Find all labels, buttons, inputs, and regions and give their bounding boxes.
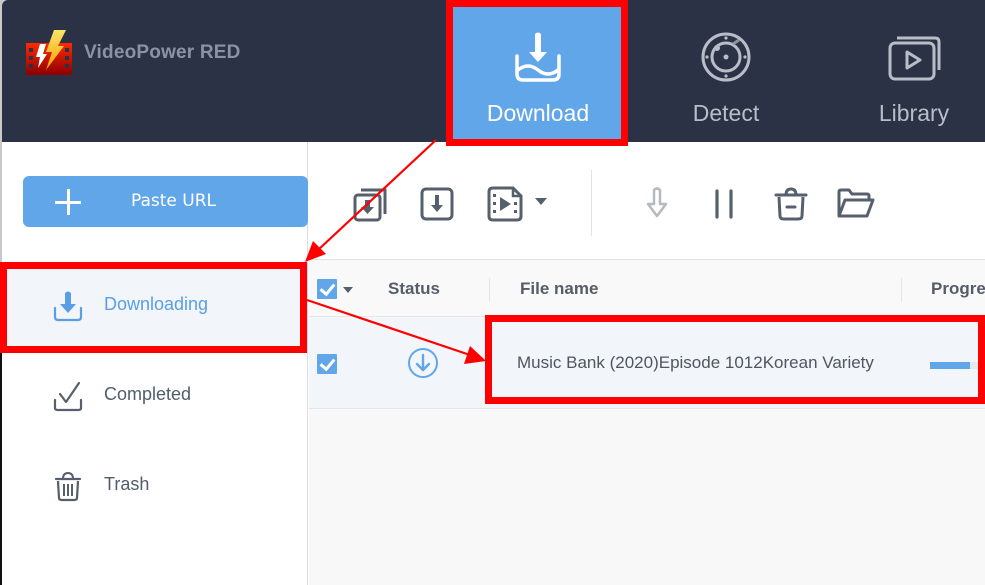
- sidebar-item-completed[interactable]: Completed: [2, 356, 307, 436]
- download-icon: [53, 291, 83, 322]
- tab-download-label: Download: [486, 100, 590, 126]
- app-title: VideoPower RED: [84, 42, 241, 63]
- column-header-progress[interactable]: Progre: [931, 279, 985, 299]
- paste-url-button[interactable]: Paste URL: [23, 176, 308, 227]
- sidebar-item-label: Trash: [104, 474, 150, 494]
- select-all-checkbox[interactable]: [317, 279, 337, 299]
- check-tray-icon: [53, 381, 83, 412]
- sidebar-item-label: Completed: [104, 384, 192, 404]
- download-box-icon[interactable]: [417, 184, 457, 224]
- column-header-file-name[interactable]: File name: [520, 279, 598, 299]
- app-window: VideoPower RED Download Detect Library P…: [2, 0, 985, 585]
- stacked-download-icon[interactable]: [351, 184, 391, 224]
- tab-detect-label: Detect: [692, 100, 760, 126]
- tab-library-label: Library: [878, 100, 950, 126]
- sidebar-item-label: Downloading: [104, 294, 209, 314]
- trash-icon: [54, 471, 82, 502]
- paste-url-label: Paste URL: [130, 191, 217, 211]
- library-play-icon: [888, 36, 941, 81]
- sidebar-item-trash[interactable]: Trash: [2, 446, 307, 526]
- header-bar: VideoPower RED Download Detect Library: [2, 0, 985, 142]
- sidebar-item-downloading[interactable]: Downloading: [2, 266, 307, 346]
- folder-open-icon[interactable]: [835, 184, 875, 224]
- tab-download[interactable]: Download: [452, 0, 624, 142]
- toolbar-divider: [591, 170, 592, 236]
- row-checkbox[interactable]: [317, 354, 337, 374]
- progress-bar-fill: [930, 362, 970, 369]
- delete-bin-icon[interactable]: [771, 184, 811, 224]
- file-name-cell: Music Bank (2020)Episode 1012Korean Vari…: [517, 353, 874, 372]
- arrow-down-outline-icon[interactable]: [637, 184, 677, 224]
- table-header: Status File name Progre: [309, 261, 985, 317]
- download-tray-icon: [515, 32, 561, 82]
- tab-library[interactable]: Library: [828, 0, 985, 142]
- video-file-icon[interactable]: [485, 184, 525, 224]
- table-row[interactable]: Music Bank (2020)Episode 1012Korean Vari…: [309, 318, 985, 409]
- detect-dial-icon: [701, 32, 751, 82]
- sidebar: Paste URL Downloading Completed Trash: [2, 142, 308, 585]
- main-panel: Status File name Progre Music Bank (2020…: [309, 142, 985, 585]
- progress-bar: [930, 362, 985, 369]
- column-divider: [901, 278, 902, 302]
- film-lightning-logo-icon: [26, 30, 72, 75]
- column-divider: [489, 278, 490, 302]
- column-header-status[interactable]: Status: [388, 279, 440, 299]
- toolbar: [309, 142, 985, 260]
- video-format-dropdown-caret[interactable]: [535, 198, 547, 205]
- downloading-status-icon: [408, 348, 438, 378]
- tab-detect[interactable]: Detect: [640, 0, 812, 142]
- pause-icon[interactable]: [704, 184, 744, 224]
- select-options-caret[interactable]: [343, 287, 353, 293]
